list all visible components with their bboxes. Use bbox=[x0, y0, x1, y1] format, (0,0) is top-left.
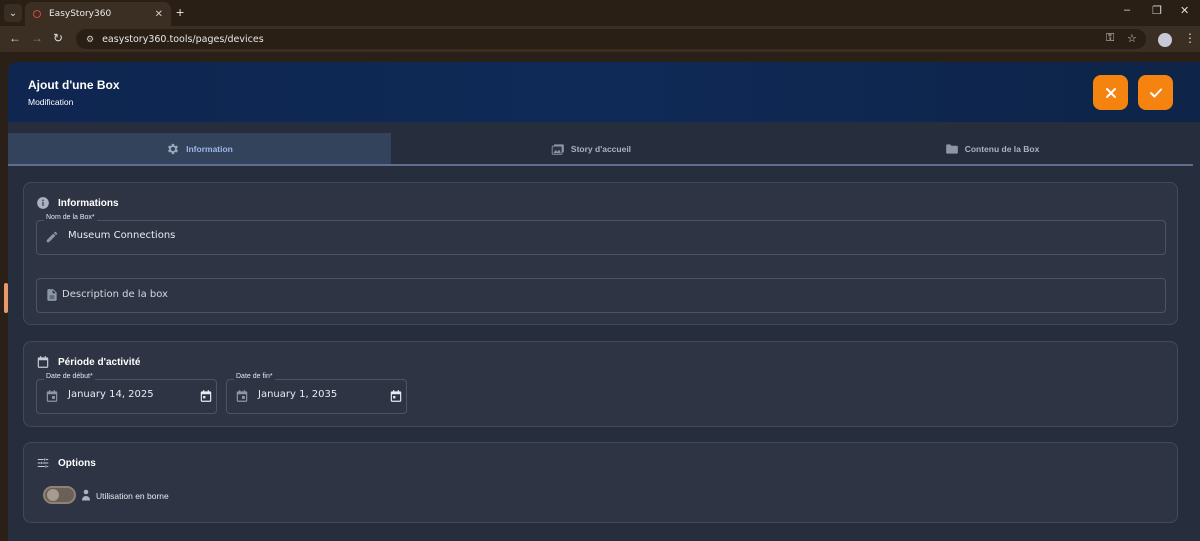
box-description-field[interactable]: Description de la box bbox=[36, 278, 1166, 313]
tab-information-label: Information bbox=[186, 143, 233, 154]
bookmark-star-icon[interactable]: ☆ bbox=[1127, 32, 1137, 45]
tab-contenu-box-label: Contenu de la Box bbox=[964, 143, 1040, 154]
sliders-icon bbox=[37, 458, 49, 468]
date-picker-icon[interactable] bbox=[199, 389, 213, 403]
calendar-field-icon bbox=[236, 390, 248, 402]
box-name-label: Nom de la Box* bbox=[44, 214, 97, 221]
date-picker-icon[interactable] bbox=[389, 389, 403, 403]
document-icon bbox=[47, 289, 57, 301]
toggle-knob bbox=[47, 489, 59, 501]
pencil-icon bbox=[46, 231, 58, 243]
start-date-label: Date de début* bbox=[44, 373, 95, 380]
options-title: Options bbox=[36, 456, 96, 470]
browser-tab[interactable]: EasyStory360 ✕ bbox=[25, 2, 171, 26]
reload-icon[interactable]: ↻ bbox=[53, 31, 63, 45]
maximize-icon[interactable]: ❐ bbox=[1152, 4, 1162, 17]
periode-title: Période d'activité bbox=[36, 355, 140, 369]
browser-tab-strip: ⌄ EasyStory360 ✕ + – ❐ ✕ bbox=[0, 0, 1200, 26]
new-tab-icon[interactable]: + bbox=[176, 4, 184, 20]
informations-title: Informations bbox=[36, 196, 119, 210]
tab-story-accueil[interactable]: Story d'accueil bbox=[391, 133, 791, 164]
tab-story-accueil-label: Story d'accueil bbox=[570, 143, 632, 154]
start-date-value: January 14, 2025 bbox=[68, 389, 154, 400]
folder-icon bbox=[945, 143, 958, 154]
site-info-icon[interactable]: ⚙ bbox=[86, 34, 94, 45]
periode-card: Période d'activité January 14, 2025 Date… bbox=[23, 341, 1178, 427]
cancel-button[interactable] bbox=[1093, 75, 1128, 110]
kiosk-toggle[interactable] bbox=[43, 486, 76, 504]
url-field[interactable]: ⚙ easystory360.tools/pages/devices bbox=[76, 29, 1146, 49]
close-tab-icon[interactable]: ✕ bbox=[155, 9, 163, 20]
forward-icon[interactable]: → bbox=[31, 31, 43, 45]
tab-bar: Information Story d'accueil Contenu de l… bbox=[8, 133, 1193, 166]
tab-search-button[interactable]: ⌄ bbox=[4, 4, 22, 22]
browser-menu-icon[interactable]: ⋮ bbox=[1184, 31, 1196, 45]
browser-tab-title: EasyStory360 bbox=[49, 9, 112, 19]
site-favicon-icon bbox=[33, 10, 41, 18]
profile-avatar-icon[interactable] bbox=[1158, 33, 1172, 47]
url-text: easystory360.tools/pages/devices bbox=[102, 33, 264, 45]
back-icon[interactable]: ← bbox=[9, 31, 21, 45]
calendar-icon bbox=[37, 356, 49, 368]
end-date-label: Date de fin* bbox=[234, 373, 275, 380]
dialog-title: Ajout d'une Box bbox=[28, 78, 120, 92]
calendar-field-icon bbox=[46, 390, 58, 402]
end-date-value: January 1, 2035 bbox=[258, 389, 338, 400]
gear-icon bbox=[168, 143, 179, 154]
periode-title-text: Période d'activité bbox=[58, 356, 141, 368]
box-name-field[interactable]: Museum Connections bbox=[36, 220, 1166, 255]
password-key-icon[interactable]: ⚿ bbox=[1106, 32, 1114, 45]
tab-information[interactable]: Information bbox=[8, 133, 391, 164]
end-date-field[interactable]: January 1, 2035 bbox=[226, 379, 407, 414]
options-card: Options Utilisation en borne bbox=[23, 442, 1178, 523]
dialog-header: Ajout d'une Box Modification bbox=[8, 62, 1200, 122]
informations-title-text: Informations bbox=[58, 197, 119, 209]
tab-contenu-box[interactable]: Contenu de la Box bbox=[791, 133, 1193, 164]
kiosk-label: Utilisation en borne bbox=[96, 491, 169, 501]
minimize-icon[interactable]: – bbox=[1124, 4, 1130, 16]
options-title-text: Options bbox=[58, 457, 96, 469]
start-date-field[interactable]: January 14, 2025 bbox=[36, 379, 217, 414]
informations-card: Informations Museum Connections Nom de l… bbox=[23, 182, 1178, 325]
image-stack-icon bbox=[551, 143, 564, 155]
close-window-icon[interactable]: ✕ bbox=[1180, 4, 1189, 17]
info-icon bbox=[37, 197, 49, 209]
app-dialog: Ajout d'une Box Modification Information… bbox=[8, 62, 1200, 541]
dialog-subtitle: Modification bbox=[28, 97, 74, 107]
close-icon bbox=[1105, 87, 1116, 98]
check-icon bbox=[1149, 88, 1162, 97]
save-button[interactable] bbox=[1138, 75, 1173, 110]
browser-address-bar: ← → ↻ ⚙ easystory360.tools/pages/devices… bbox=[0, 26, 1200, 52]
person-icon bbox=[82, 489, 90, 501]
box-name-value: Museum Connections bbox=[68, 230, 176, 241]
box-description-placeholder: Description de la box bbox=[62, 289, 168, 300]
